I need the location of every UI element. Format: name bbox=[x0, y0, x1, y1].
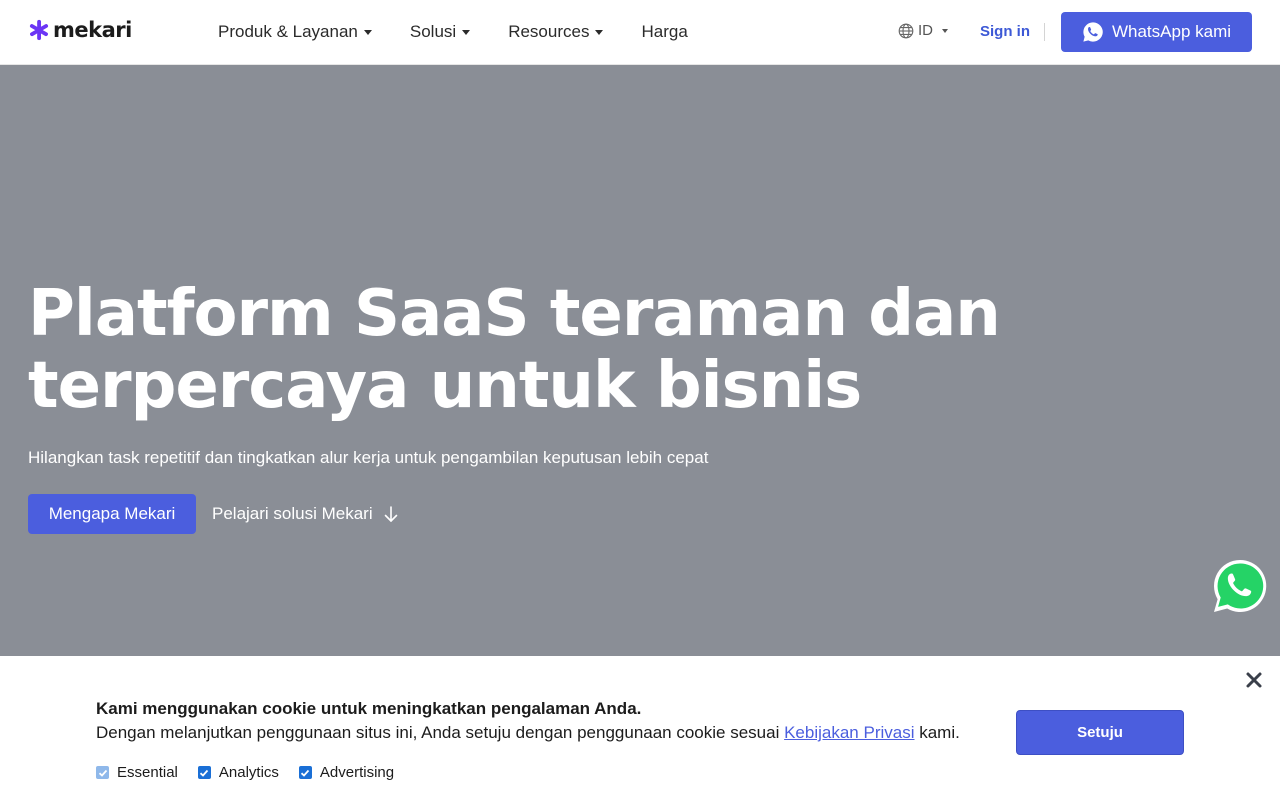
whatsapp-icon bbox=[1083, 22, 1103, 42]
hero-title-line1: Platform SaaS teraman dan bbox=[28, 277, 1001, 351]
pelajari-solusi-link[interactable]: Pelajari solusi Mekari bbox=[212, 504, 399, 524]
caret-down-icon bbox=[595, 30, 604, 35]
essential-checkbox: Essential bbox=[96, 764, 178, 781]
caret-down-icon bbox=[462, 30, 471, 35]
hero-title-line2: terpercaya untuk bisnis bbox=[28, 349, 862, 423]
hero-title: Platform SaaS teraman dan terpercaya unt… bbox=[28, 278, 1028, 422]
site-header: mekari Produk & Layanan Solusi Resources… bbox=[0, 0, 1280, 65]
whatsapp-float-icon[interactable] bbox=[1212, 558, 1268, 614]
caret-down-icon bbox=[363, 30, 372, 35]
whatsapp-button-label: WhatsApp kami bbox=[1111, 22, 1232, 41]
whatsapp-button[interactable]: WhatsApp kami bbox=[1061, 12, 1252, 52]
cookie-options: Essential Analytics Advertising bbox=[96, 764, 414, 781]
mekari-logo[interactable]: mekari bbox=[28, 18, 132, 42]
nav-item-solusi[interactable]: Solusi bbox=[409, 22, 471, 42]
advertising-label: Advertising bbox=[319, 764, 395, 781]
header-divider bbox=[1044, 23, 1045, 41]
globe-icon bbox=[898, 23, 914, 38]
checkbox-checked-icon bbox=[298, 766, 312, 779]
advertising-checkbox[interactable]: Advertising bbox=[298, 764, 395, 781]
nav-item-resources[interactable]: Resources bbox=[508, 22, 604, 42]
nav-item-label: Solusi bbox=[409, 22, 457, 41]
cookie-description: Dengan melanjutkan penggunaan situs ini,… bbox=[96, 723, 960, 743]
caret-down-icon bbox=[942, 29, 948, 33]
setuju-button[interactable]: Setuju bbox=[1016, 710, 1184, 755]
language-selector[interactable]: ID bbox=[898, 22, 948, 39]
mekari-asterisk-icon bbox=[29, 19, 49, 41]
cookie-text-before: Dengan melanjutkan penggunaan situs ini,… bbox=[96, 723, 785, 742]
cookie-banner: Kami menggunakan cookie untuk meningkatk… bbox=[0, 656, 1280, 800]
analytics-label: Analytics bbox=[218, 764, 279, 781]
nav-item-label: Harga bbox=[641, 22, 688, 41]
nav-item-label: Resources bbox=[508, 22, 590, 41]
nav-item-harga[interactable]: Harga bbox=[641, 22, 687, 42]
arrow-down-icon bbox=[384, 506, 397, 522]
sign-in-link[interactable]: Sign in bbox=[980, 23, 1030, 40]
hero-subtitle: Hilangkan task repetitif dan tingkatkan … bbox=[28, 448, 709, 467]
cookie-title: Kami menggunakan cookie untuk meningkatk… bbox=[96, 699, 642, 718]
privacy-policy-link[interactable]: Kebijakan Privasi bbox=[784, 723, 914, 742]
main-nav: Produk & Layanan Solusi Resources Harga bbox=[218, 0, 726, 64]
close-icon[interactable] bbox=[1244, 670, 1264, 690]
mengapa-mekari-button[interactable]: Mengapa Mekari bbox=[28, 494, 196, 534]
pelajari-solusi-label: Pelajari solusi Mekari bbox=[212, 504, 373, 523]
cookie-text-after: kami. bbox=[914, 723, 960, 742]
essential-label: Essential bbox=[117, 764, 178, 781]
checkbox-checked-icon bbox=[96, 766, 109, 779]
nav-item-produk-layanan[interactable]: Produk & Layanan bbox=[218, 22, 372, 42]
language-label: ID bbox=[918, 22, 933, 39]
analytics-checkbox[interactable]: Analytics bbox=[197, 764, 279, 781]
nav-item-label: Produk & Layanan bbox=[218, 22, 358, 41]
checkbox-checked-icon bbox=[197, 766, 211, 779]
logo-text: mekari bbox=[53, 18, 132, 42]
